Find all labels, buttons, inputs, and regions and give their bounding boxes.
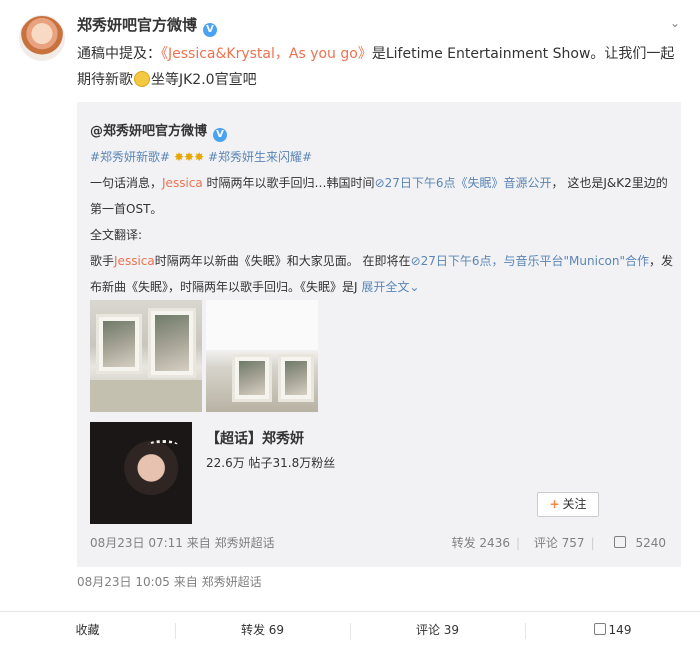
thumbs-up-icon [593,623,606,635]
plus-icon: + [549,497,560,511]
name-link[interactable]: Jessica [162,176,203,190]
photo-frame [148,308,196,378]
photo-frame [96,314,142,374]
text-segment: 时隔两年以新曲《失眠》和大家见面。 在即将在 [154,254,411,268]
post-text-end: 坐等JK2.0官宣吧 [151,72,257,88]
like-button[interactable]: 149 [525,612,700,651]
like-count: 5240 [635,536,666,550]
chevron-down-icon[interactable]: ⌄ [409,280,419,294]
sunglasses-emoji-icon [134,71,150,87]
verified-icon: V [203,23,218,37]
photo-frame [232,354,272,402]
repost-line-1: 一句话消息，Jessica 时隔两年以歌手回归…韩国时间⊘27日下午6点《失眠》… [90,170,675,222]
image-thumbnail-2[interactable] [206,300,318,412]
post-text-prefix: 通稿中提及： [77,46,161,62]
text-segment: 一句话消息， [90,176,163,190]
comment-button[interactable]: 评论 39 [350,612,525,651]
link-icon: ⊘ [374,176,385,190]
hashtag-link[interactable]: #郑秀妍新歌# [90,150,170,164]
chevron-down-icon[interactable]: ⌄ [668,16,682,30]
image-band [90,380,202,412]
topic-title[interactable]: 【超话】郑秀妍 [206,428,304,448]
repost-actions: 转发 2436 | 评论 757 | 5240 [451,536,666,550]
post-text: 通稿中提及：《Jessica&Krystal，As you go》是Lifeti… [77,41,677,93]
text-segment: 时隔两年以歌手回归…韩国时间 [202,176,375,190]
like-link[interactable]: 5240 [608,536,666,550]
name-link[interactable]: Jessica [114,254,155,268]
repost-username-text[interactable]: @郑秀妍吧官方微博 [90,124,207,139]
thumbs-up-icon [614,536,627,548]
translation-label: 全文翻译: [90,228,143,242]
hashtag-line: #郑秀妍新歌# ✸✸✸ #郑秀妍生来闪耀# [90,144,675,170]
hashtag-link[interactable]: #郑秀妍生来闪耀# [208,150,312,164]
post-username[interactable]: 郑秀妍吧官方微博 V [77,14,218,37]
action-bar: 收藏 转发 69 评论 39 149 [0,611,700,651]
post-time-source: 08月23日 10:05 来自 郑秀妍超话 [77,575,262,589]
link-icon: ⊘ [410,254,421,268]
follow-label: 关注 [562,497,587,511]
super-topic-card[interactable]: 【超话】郑秀妍 22.6万 帖子31.8万粉丝 + 关注 [90,422,600,524]
like-count: 149 [608,623,632,637]
inline-link[interactable]: 27日下午6点《失眠》音源公开 [385,176,552,190]
topic-image[interactable] [90,422,192,524]
avatar[interactable] [19,15,65,61]
topic-stats: 22.6万 帖子31.8万粉丝 [206,456,336,470]
sparkle-icon: ✸✸✸ [173,150,205,164]
username-link[interactable]: 郑秀妍吧官方微博 [77,16,197,34]
repost-container: @郑秀妍吧官方微博 V #郑秀妍新歌# ✸✸✸ #郑秀妍生来闪耀# 一句话消息，J… [77,102,681,567]
text-segment: 歌手 [90,254,115,268]
repost-line-3: 歌手Jessica时隔两年以新曲《失眠》和大家见面。 在即将在⊘27日下午6点，… [90,248,675,300]
image-thumbnail-1[interactable] [90,300,202,412]
weibo-post-card: 郑秀妍吧官方微博 V ⌄ 通稿中提及：《Jessica&Krystal，As yo… [0,0,700,651]
expand-full-text-link[interactable]: 展开全文 [361,280,409,294]
follow-button[interactable]: + 关注 [537,492,599,517]
repost-button[interactable]: 转发 69 [175,612,350,651]
inline-link[interactable]: 27日下午6点，与音乐平台"Municon"合作 [421,254,649,268]
screenshot-top [206,300,318,350]
verified-icon: V [213,128,228,142]
comment-count-link[interactable]: 评论 757 [534,536,585,550]
photo-frame [278,354,314,402]
repost-time-source: 08月23日 07:11 来自 郑秀妍超话 [90,536,275,550]
repost-body: #郑秀妍新歌# ✸✸✸ #郑秀妍生来闪耀# 一句话消息，Jessica 时隔两年… [90,144,675,300]
post-text-link[interactable]: 《Jessica&Krystal，As you go》 [161,46,372,62]
repost-count-link[interactable]: 转发 2436 [452,536,510,550]
collect-button[interactable]: 收藏 [0,612,175,651]
repost-username[interactable]: @郑秀妍吧官方微博 V [90,120,228,142]
